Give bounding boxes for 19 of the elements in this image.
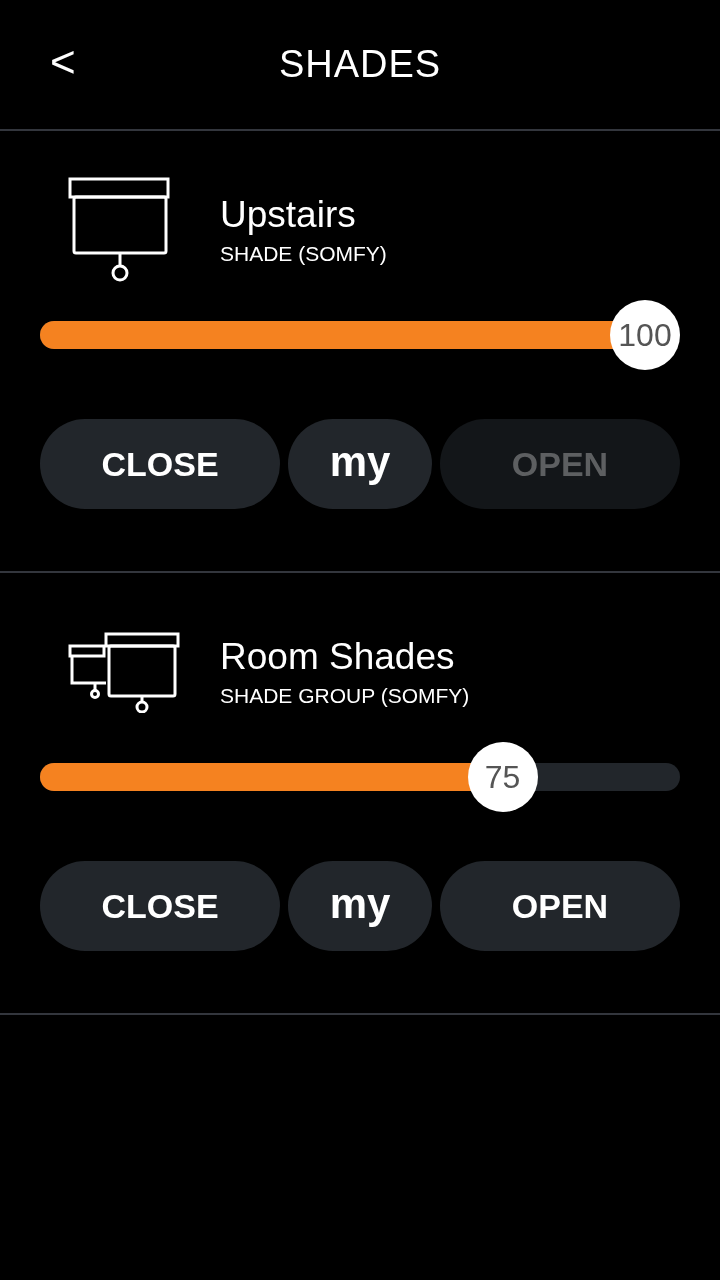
my-button[interactable]: my	[288, 861, 432, 951]
device-name: Upstairs	[220, 193, 357, 237]
my-button[interactable]: my	[288, 419, 432, 509]
device-type: SHADE (SOMFY)	[220, 241, 387, 267]
level-slider[interactable]: 75	[40, 742, 680, 812]
shade-group-icon	[68, 631, 180, 713]
shade-icon	[68, 177, 172, 283]
slider-value: 75	[484, 758, 521, 797]
level-slider[interactable]: 100	[40, 300, 680, 370]
shade-button[interactable]: OPEN	[440, 861, 680, 951]
page-title: SHADES	[279, 42, 441, 87]
shade-button[interactable]: CLOSE	[40, 419, 280, 509]
slider-thumb[interactable]: 75	[467, 742, 538, 812]
device-type: SHADE GROUP (SOMFY)	[220, 683, 470, 709]
device-name: Room Shades	[220, 635, 456, 679]
back-button[interactable]: <	[50, 40, 76, 84]
shade-button[interactable]: CLOSE	[40, 861, 280, 951]
slider-thumb[interactable]: 100	[610, 300, 680, 370]
slider-value: 100	[618, 316, 672, 355]
